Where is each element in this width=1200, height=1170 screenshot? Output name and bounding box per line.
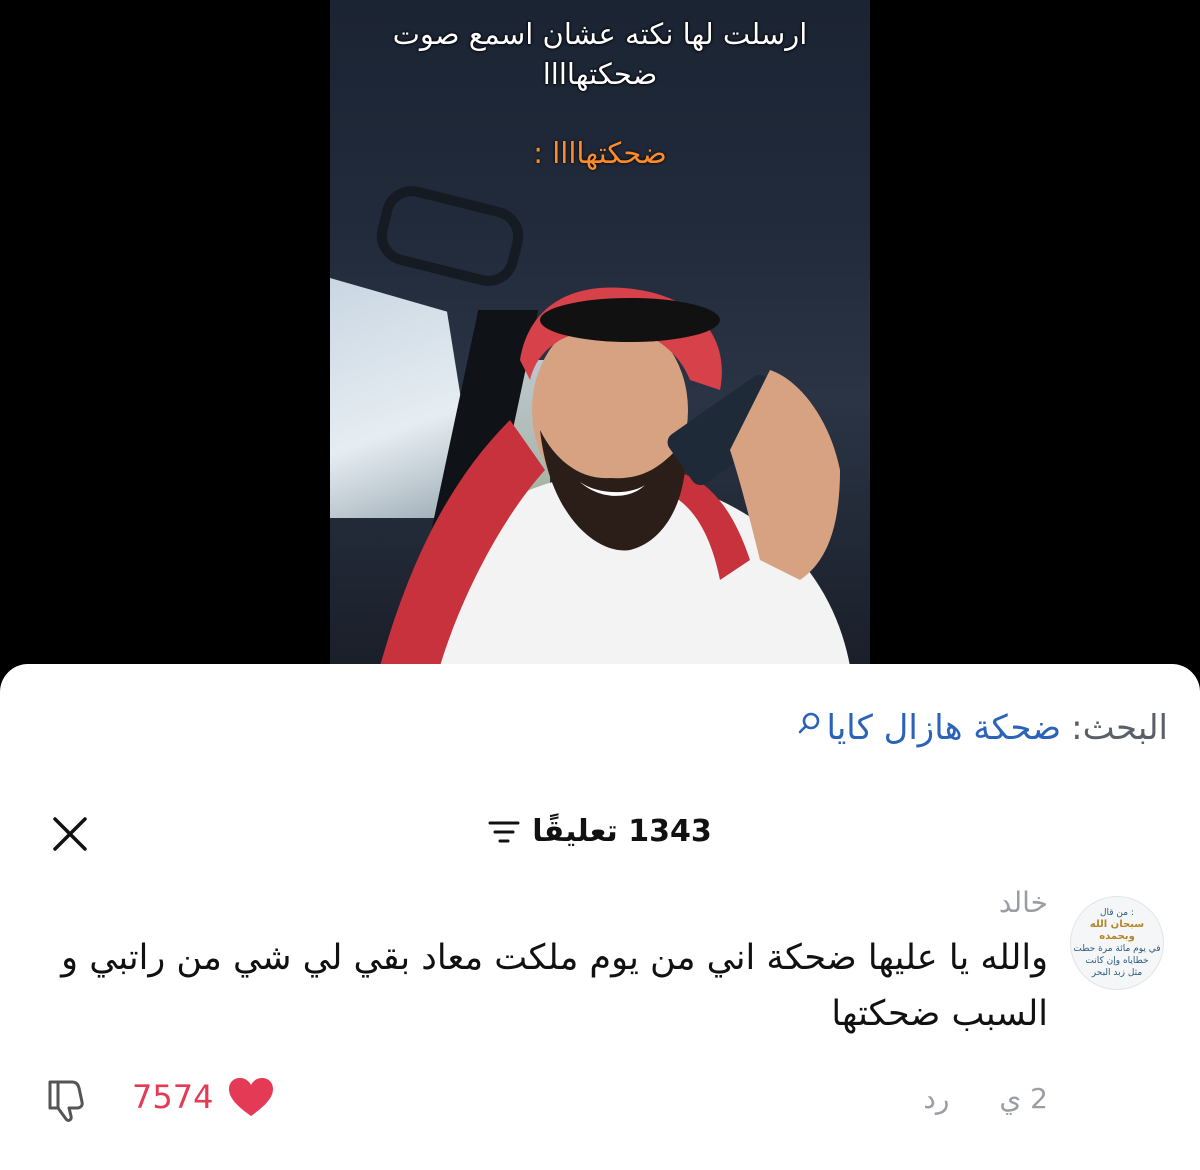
comments-sheet: البحث: ضحكة هازال كايا 1343 تعليقًا من ق… (0, 664, 1200, 1170)
reply-button[interactable]: رد (923, 1082, 949, 1115)
avatar-text-5: مثل زبد البحر (1091, 968, 1143, 978)
search-suggestion[interactable]: البحث: ضحكة هازال كايا (798, 708, 1168, 748)
comment-meta: 2 ي رد (923, 1082, 1048, 1115)
search-icon (799, 712, 820, 734)
person-figure (380, 287, 850, 666)
comments-header: 1343 تعليقًا (0, 814, 1200, 849)
video-player[interactable]: ارسلت لها نكته عشان اسمع صوت ضحكتهاااا ض… (330, 0, 870, 666)
avatar-text-4: خطاياه وإن كانت (1085, 956, 1149, 966)
avatar-text-1: من قال : (1099, 908, 1135, 918)
search-label: البحث: (1071, 708, 1168, 748)
search-query-link[interactable]: ضحكة هازال كايا (826, 708, 1061, 748)
comment-text: والله يا عليها ضحكة اني من يوم ملكت معاد… (61, 938, 1048, 1034)
avatar-text-2: سبحان الله وبحمده (1089, 919, 1145, 942)
heart-icon (229, 1078, 274, 1116)
filter-icon[interactable] (488, 819, 520, 845)
comment-username[interactable]: خالد (999, 886, 1048, 919)
video-caption: ارسلت لها نكته عشان اسمع صوت ضحكتهاااا (330, 14, 870, 94)
video-caption-line2: ضحكتهاااا (542, 57, 658, 91)
like-count: 7574 (132, 1078, 214, 1116)
avatar[interactable]: من قال : سبحان الله وبحمده في يوم مائة م… (1070, 896, 1164, 990)
comment-time: 2 ي (999, 1082, 1048, 1115)
like-button[interactable]: 7574 (132, 1076, 275, 1118)
dislike-icon[interactable] (42, 1076, 90, 1124)
video-caption-line1: ارسلت لها نكته عشان اسمع صوت (392, 17, 808, 51)
avatar-text-3: في يوم مائة مرة حطت (1073, 944, 1161, 954)
comments-count: 1343 تعليقًا (532, 814, 712, 849)
video-reaction-caption: ضحكتهاااا : (533, 136, 667, 170)
